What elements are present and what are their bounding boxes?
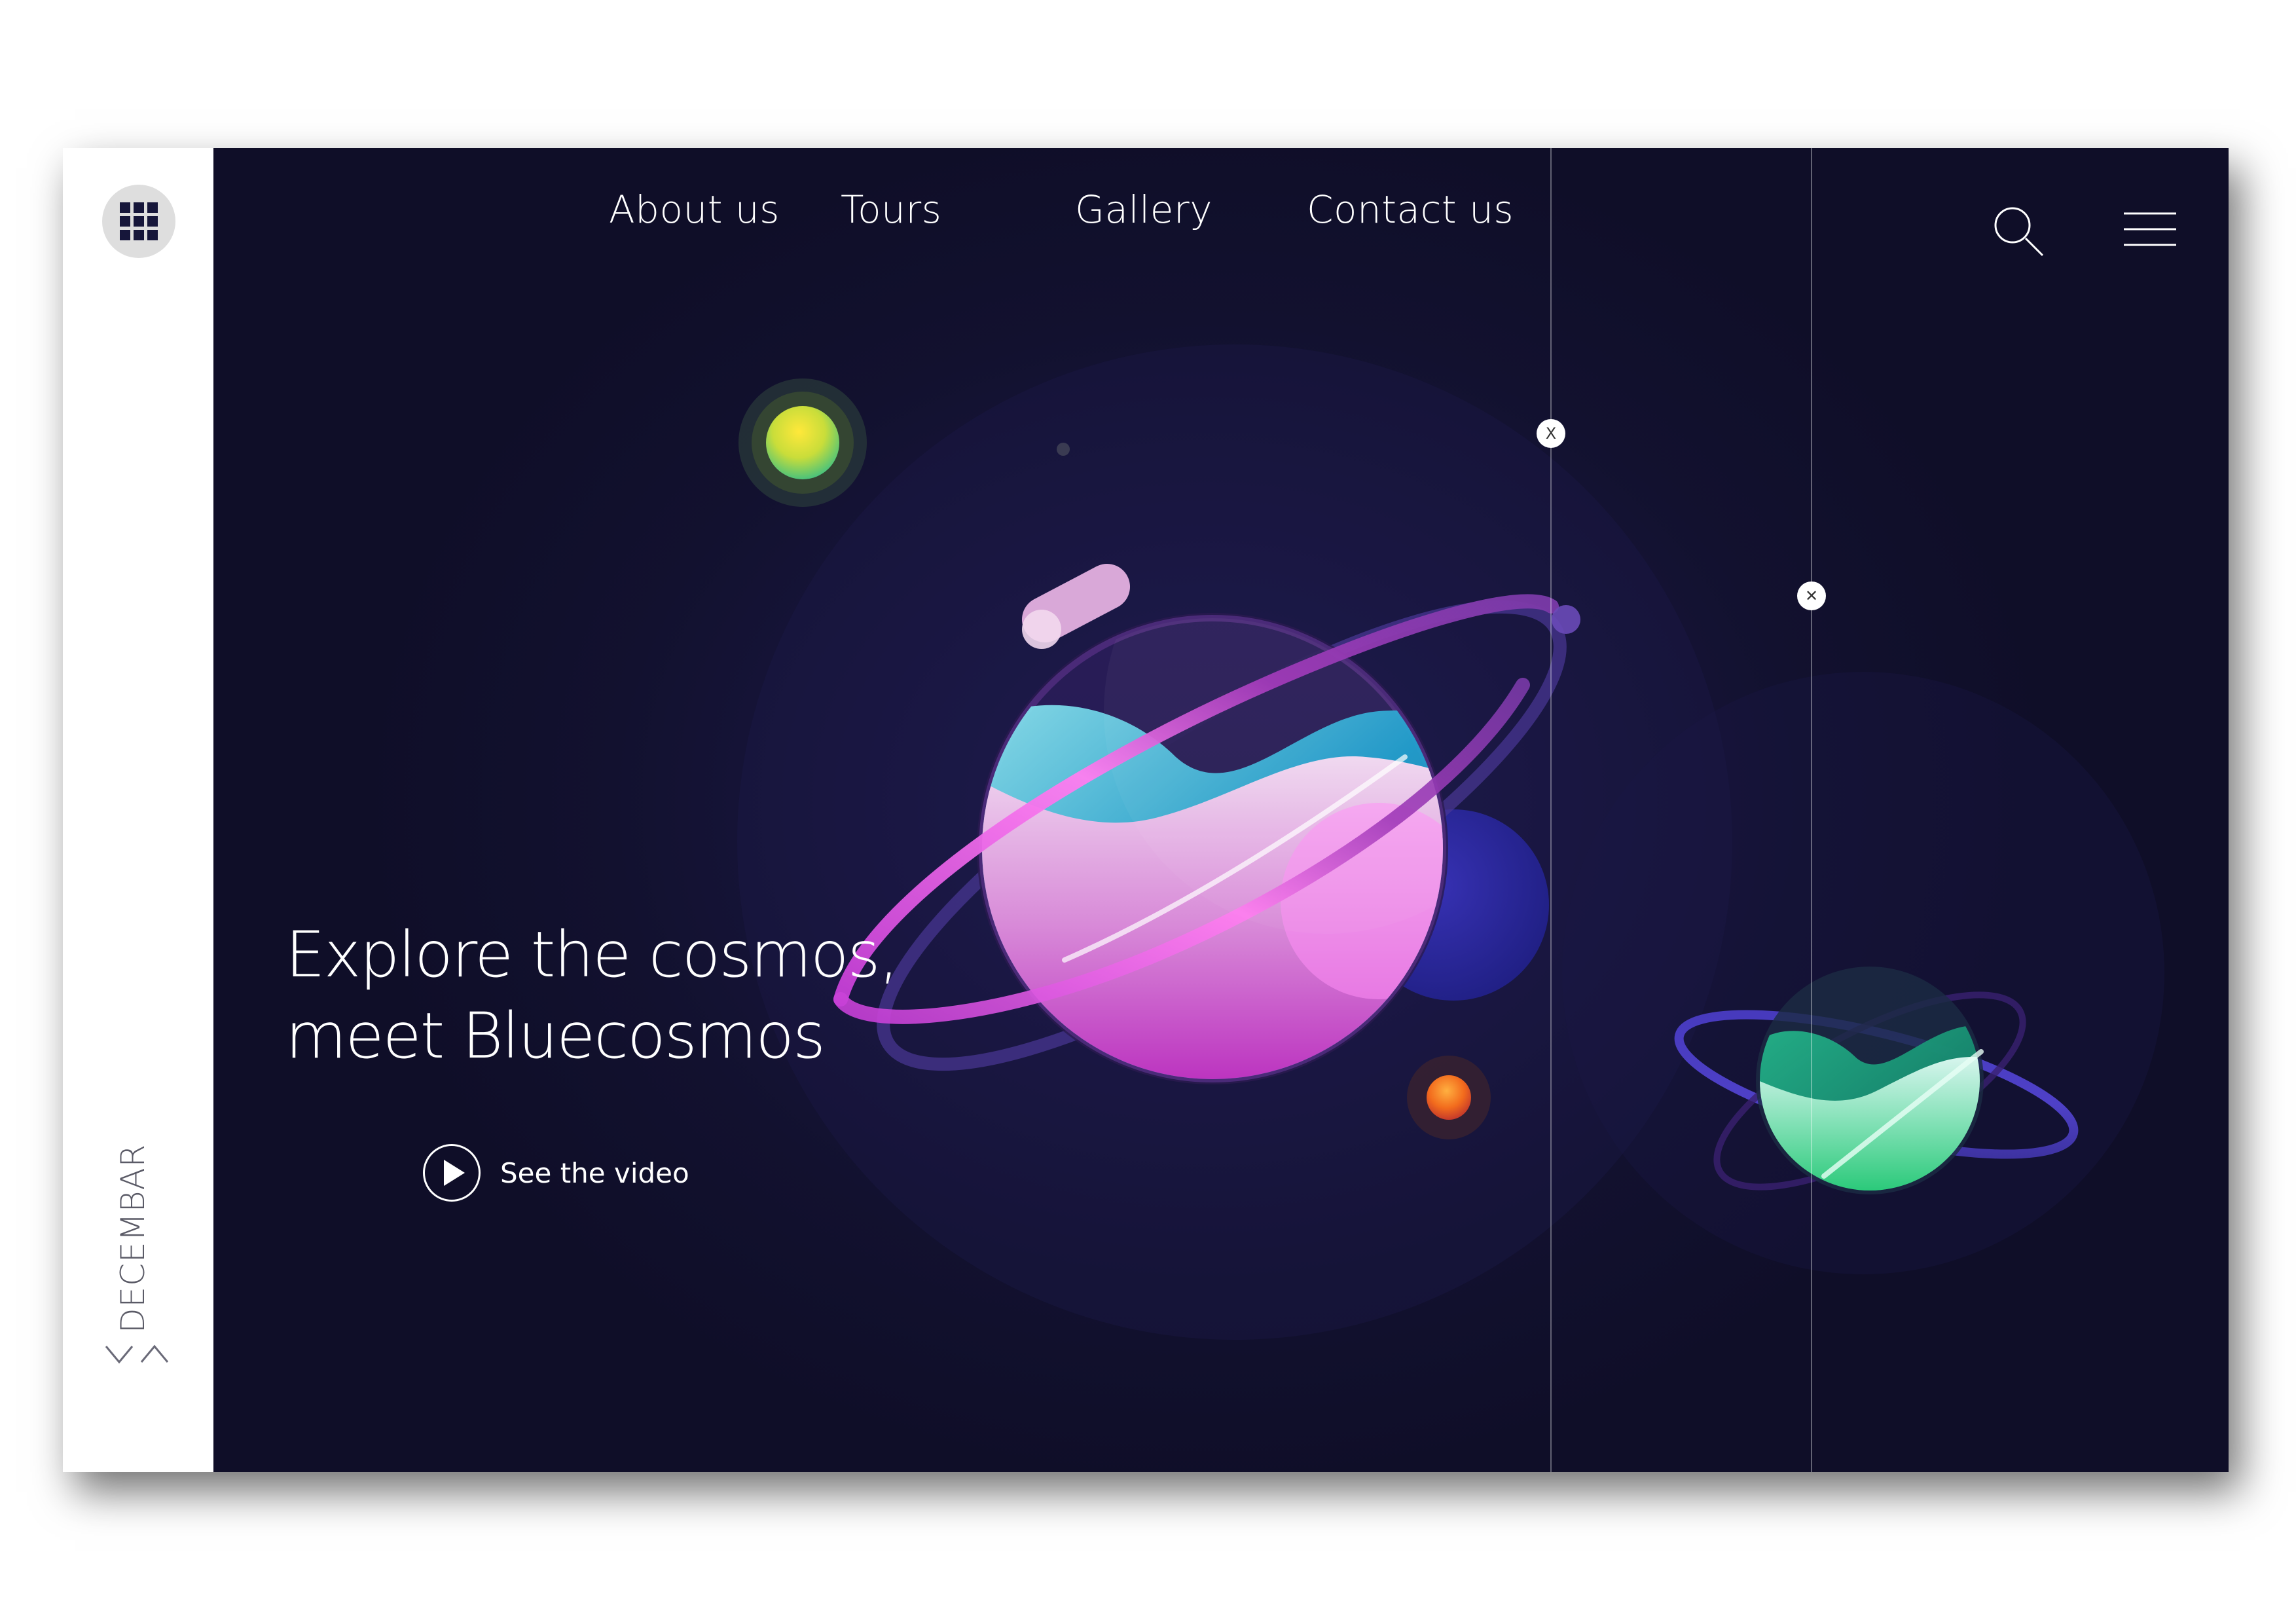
nav-item-contact-us[interactable]: Contact us xyxy=(1307,187,1514,232)
hero-headline-line: Explore the cosmos, xyxy=(285,918,899,991)
orange-sun xyxy=(1427,1075,1471,1120)
cosmos-illustration xyxy=(737,344,2164,1340)
hero-headline-line: meet Bluecosmos xyxy=(285,999,826,1073)
nav-item-gallery[interactable]: Gallery xyxy=(1075,187,1212,232)
marker-dot[interactable]: ✕ xyxy=(1797,581,1826,610)
nav-item-tours[interactable]: Tours xyxy=(841,187,941,232)
search-icon[interactable] xyxy=(1992,204,2047,259)
nav-item-about-us[interactable]: About us xyxy=(609,187,780,232)
hamburger-menu-icon[interactable] xyxy=(2124,211,2176,248)
see-video-button[interactable]: See the video xyxy=(423,1143,689,1202)
play-icon[interactable] xyxy=(423,1144,481,1202)
month-switcher[interactable] xyxy=(103,1341,172,1367)
see-video-label: See the video xyxy=(500,1156,689,1189)
star-dot xyxy=(1057,443,1070,456)
hero-headline: Explore the cosmos, meet Bluecosmos xyxy=(285,914,1006,1077)
sidebar: DECEMBAR xyxy=(63,148,213,1472)
guide-line xyxy=(1811,148,1812,1472)
ring-moon xyxy=(1552,605,1580,634)
guide-line xyxy=(1550,148,1552,1472)
landing-page-card: DECEMBAR X ✕ About us Tours Gallery Cont… xyxy=(63,148,2229,1472)
hero-section: X ✕ About us Tours Gallery Contact us Ex… xyxy=(213,148,2229,1472)
yellow-sun xyxy=(766,406,839,479)
chevron-down-icon[interactable] xyxy=(105,1346,134,1364)
chevron-up-icon[interactable] xyxy=(140,1344,169,1363)
month-label: DECEMBAR xyxy=(114,1143,152,1333)
apps-grid-icon[interactable] xyxy=(102,185,175,258)
planet-highlight xyxy=(1022,610,1061,649)
marker-dot[interactable]: X xyxy=(1537,419,1565,448)
